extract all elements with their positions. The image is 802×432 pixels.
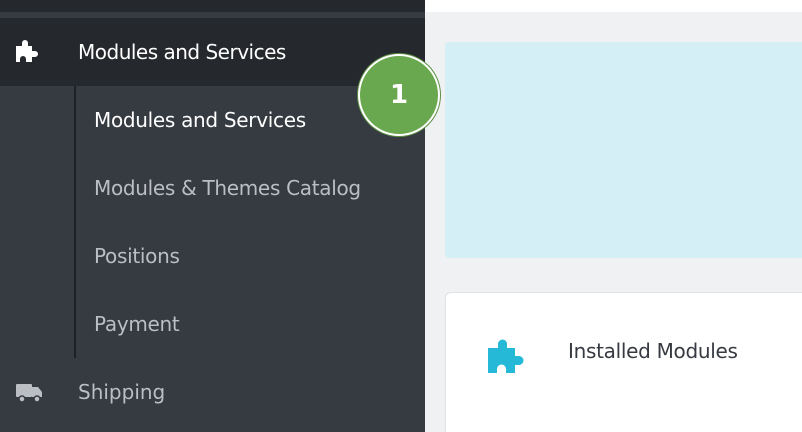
step-number-badge: 1 [358, 54, 440, 136]
submenu-item-modules-and-services[interactable]: Modules and Services [94, 86, 306, 154]
sidebar-item-modules-and-services[interactable]: Modules and Services [0, 18, 425, 86]
truck-icon [14, 378, 44, 406]
sidebar-item-label: Shipping [78, 380, 166, 404]
puzzle-icon [484, 336, 526, 376]
submenu-item-positions[interactable]: Positions [94, 222, 180, 290]
submenu-divider [74, 86, 76, 358]
sidebar-top-edge [0, 0, 425, 12]
info-alert-box [445, 42, 802, 258]
puzzle-icon [12, 37, 40, 65]
installed-modules-label: Installed Modules [568, 339, 738, 363]
header-bar [425, 0, 802, 12]
submenu-item-modules-themes-catalog[interactable]: Modules & Themes Catalog [94, 154, 361, 222]
sidebar-item-shipping[interactable]: Shipping [0, 358, 425, 426]
installed-modules-tab[interactable]: Installed Modules [445, 292, 802, 432]
sidebar-item-label: Modules and Services [78, 40, 286, 64]
submenu-item-payment[interactable]: Payment [94, 290, 180, 358]
sidebar: Modules and Services Modules and Service… [0, 0, 425, 432]
